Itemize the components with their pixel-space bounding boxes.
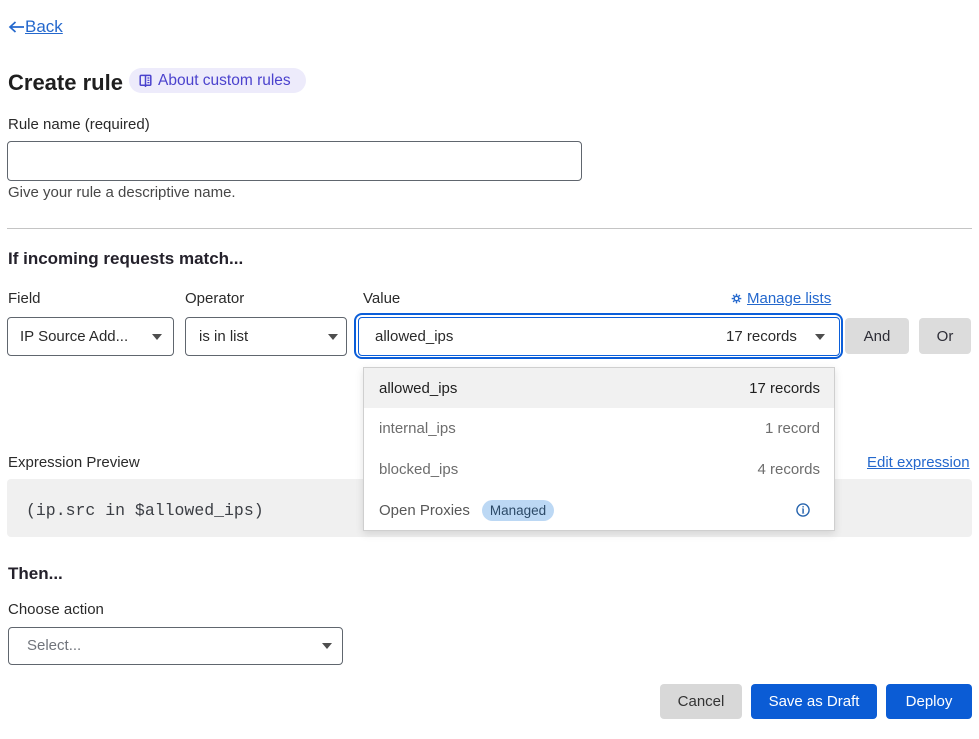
svg-text:i: i [802,505,805,516]
